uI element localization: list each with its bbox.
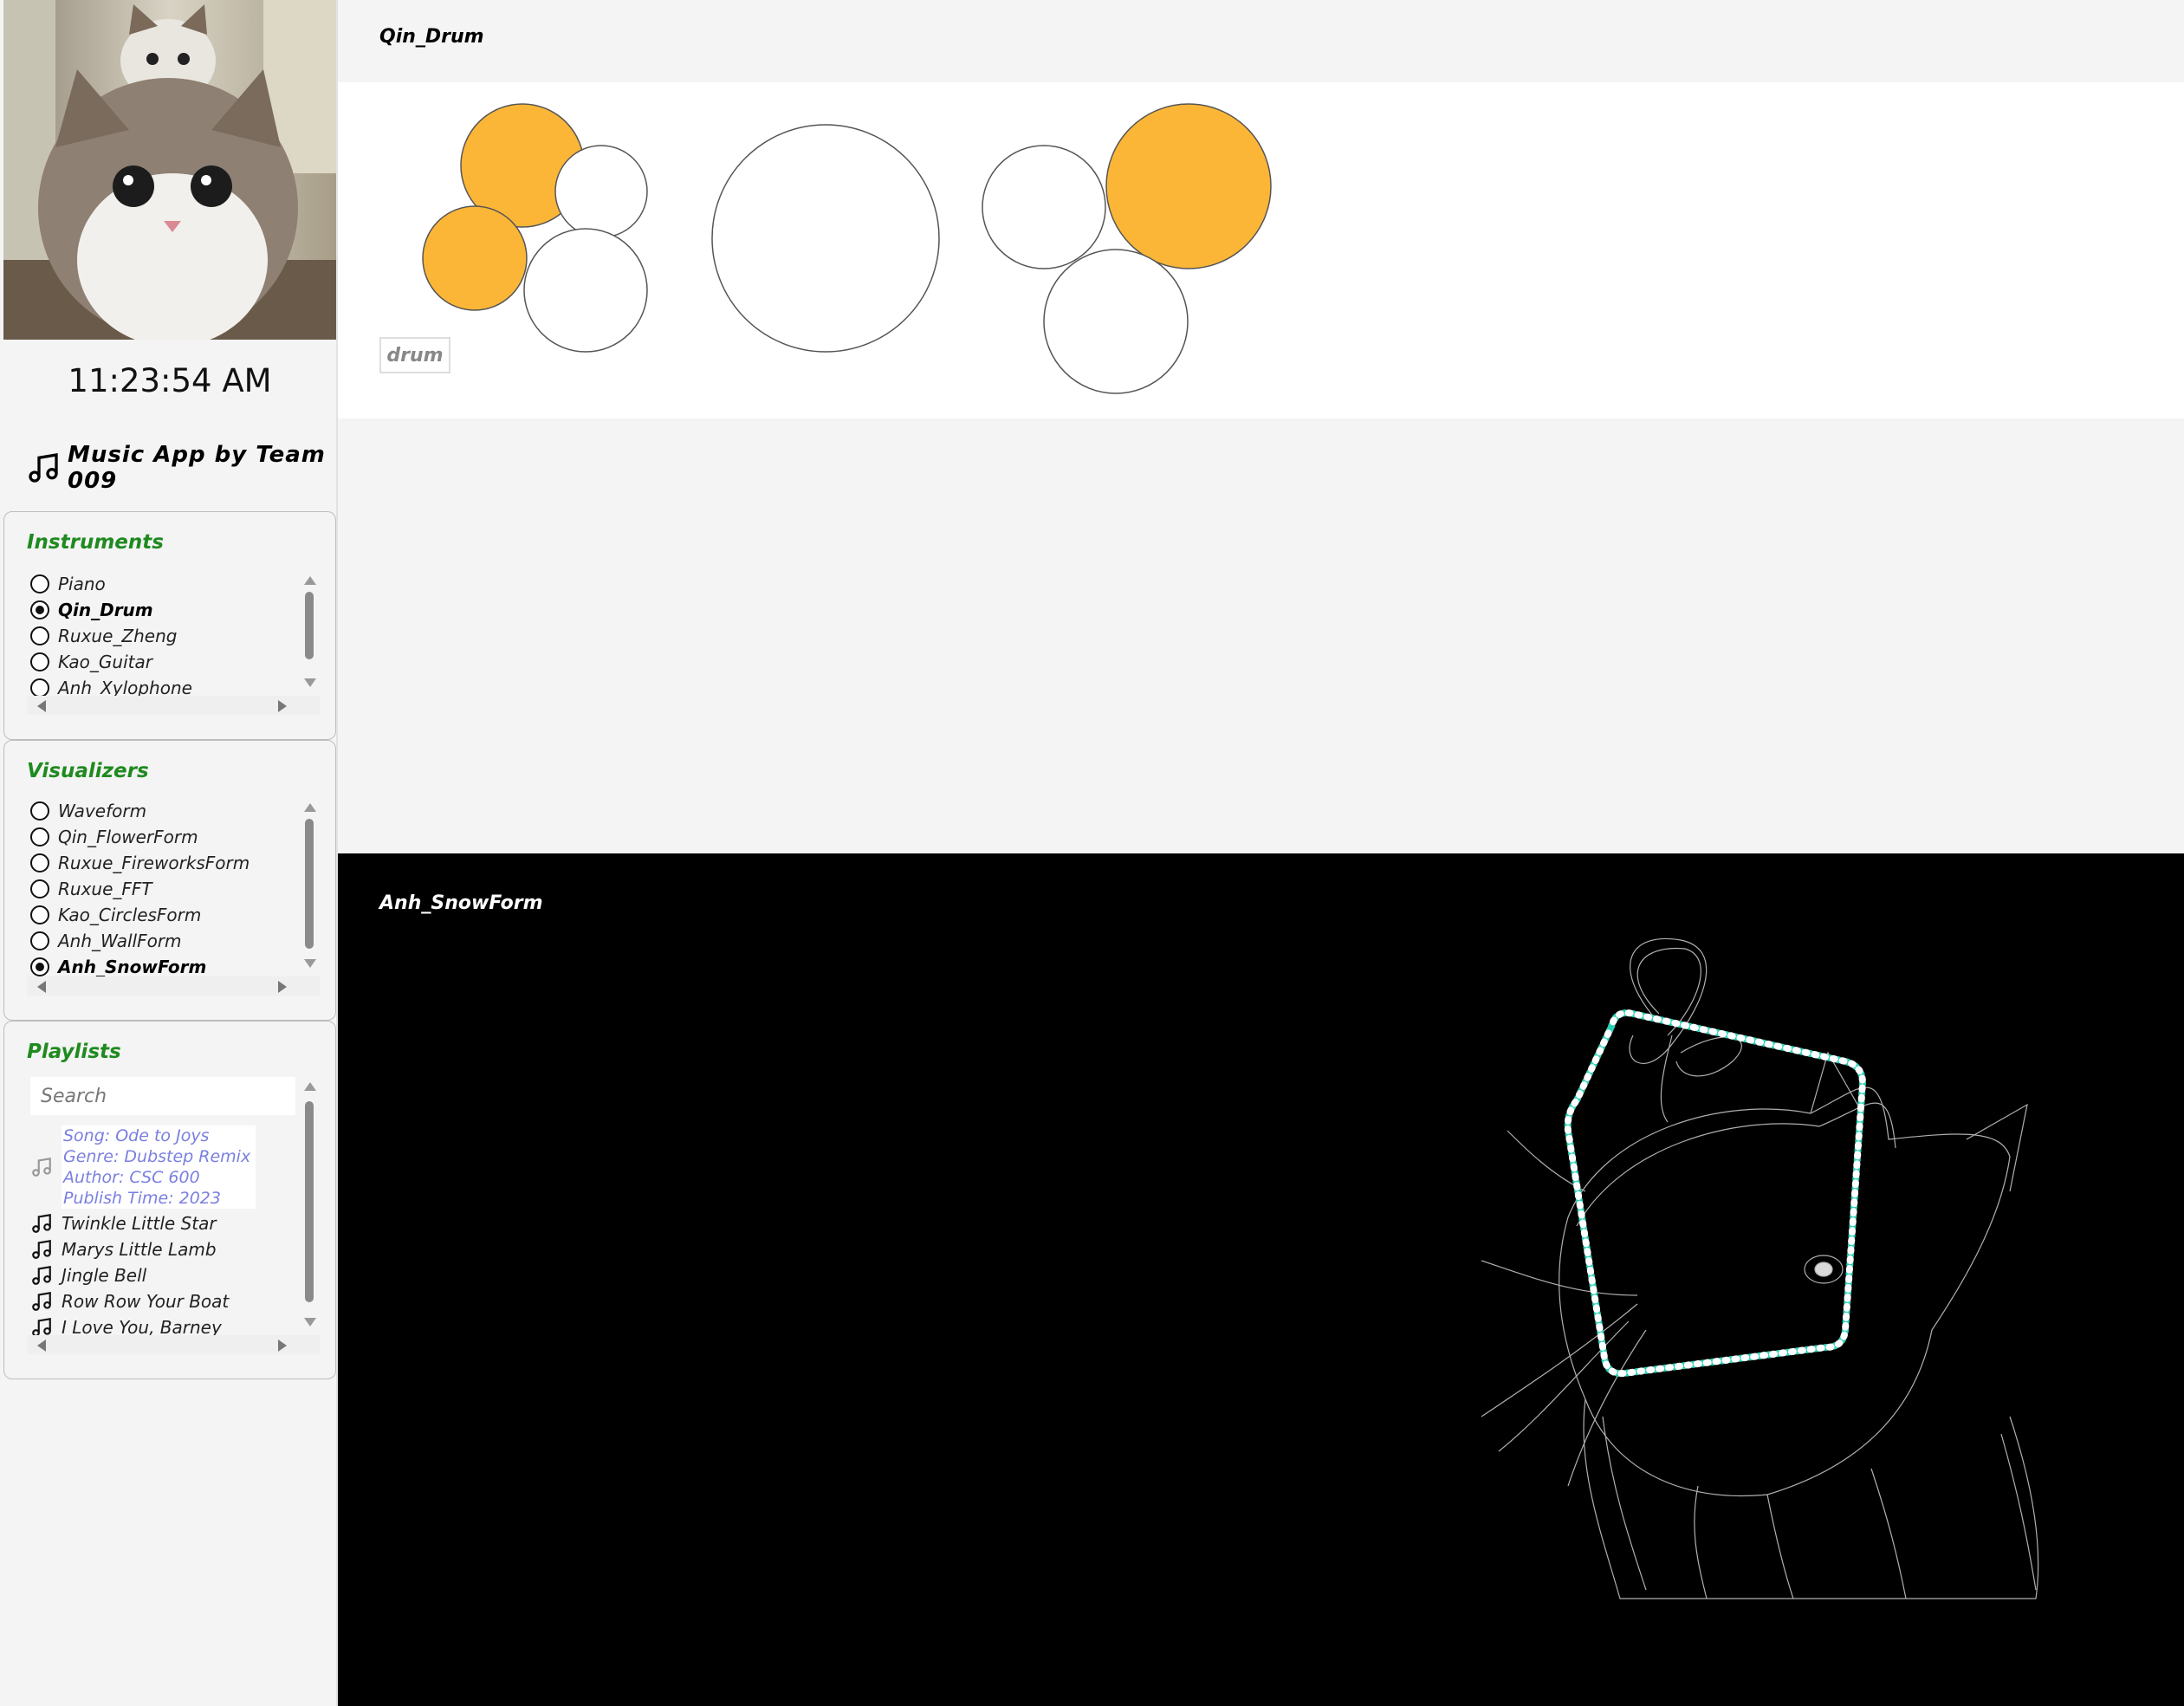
visualizer-option-anh-wallform[interactable]: Anh_WallForm	[30, 928, 182, 954]
drum-pad[interactable]	[711, 124, 940, 353]
search-input[interactable]	[30, 1077, 295, 1115]
instruments-list[interactable]: Piano Qin_Drum Ruxue_Zheng Kao_Guitar An…	[27, 571, 320, 715]
radio-button[interactable]	[30, 600, 49, 619]
drum-pad[interactable]	[554, 145, 648, 238]
scroll-left-arrow-icon[interactable]	[37, 1340, 46, 1352]
clock: 11:23:54 AM	[68, 362, 272, 399]
drum-pads	[422, 103, 1272, 394]
drum-pad[interactable]	[422, 205, 528, 311]
music-note-icon	[29, 453, 58, 483]
cat-photo	[3, 0, 336, 340]
playlist-song-jingle-bell[interactable]: Jingle Bell	[30, 1262, 146, 1288]
visualizers-list[interactable]: Waveform Qin_FlowerForm Ruxue_FireworksF…	[27, 798, 320, 996]
radio-button[interactable]	[30, 626, 49, 645]
cat-sketch-image	[1481, 938, 2039, 1599]
visualizer-option-ruxue-fft[interactable]: Ruxue_FFT	[30, 876, 152, 902]
playlists-title: Playlists	[27, 1041, 121, 1063]
scroll-left-arrow-icon[interactable]	[37, 700, 46, 712]
instruments-title: Instruments	[27, 531, 164, 554]
visualizer-option-qin-flowerform[interactable]: Qin_FlowerForm	[30, 824, 198, 850]
playlist-song-marys-little-lamb[interactable]: Marys Little Lamb	[30, 1236, 217, 1262]
instrument-option-qin-drum[interactable]: Qin_Drum	[30, 597, 153, 623]
app-title: Music App by Team 009	[26, 442, 336, 494]
instrument-option-piano[interactable]: Piano	[30, 571, 106, 597]
music-note-icon	[32, 1265, 51, 1285]
horizontal-scrollbar[interactable]	[27, 976, 320, 996]
radio-button[interactable]	[30, 574, 49, 594]
drum-instrument: drum	[338, 82, 2184, 418]
radio-button[interactable]	[30, 931, 49, 950]
scroll-right-arrow-icon[interactable]	[278, 981, 287, 993]
music-note-icon	[32, 1291, 51, 1311]
vertical-scrollbar[interactable]	[301, 798, 320, 976]
music-note-icon	[32, 1213, 51, 1233]
song-info: Song: Ode to Joys Genre: Dubstep Remix A…	[62, 1125, 256, 1209]
playlists-list[interactable]: Song: Ode to Joys Genre: Dubstep Remix A…	[27, 1077, 320, 1354]
horizontal-scrollbar[interactable]	[27, 1335, 320, 1354]
drum-label: drum	[379, 337, 450, 373]
scroll-up-arrow-icon[interactable]	[304, 803, 316, 812]
radio-button[interactable]	[30, 905, 49, 924]
song-name: Song: Ode to Joys	[63, 1126, 210, 1145]
radio-button[interactable]	[30, 652, 49, 671]
drum-pad[interactable]	[982, 145, 1106, 269]
scroll-right-arrow-icon[interactable]	[278, 700, 287, 712]
vertical-scrollbar[interactable]	[301, 1077, 320, 1335]
horizontal-scrollbar[interactable]	[27, 696, 320, 715]
radio-button[interactable]	[30, 827, 49, 847]
radio-button[interactable]	[30, 801, 49, 821]
scroll-thumb[interactable]	[305, 1101, 314, 1302]
visualizer-title: Anh_SnowForm	[379, 892, 543, 914]
app-title-text: Music App by Team 009	[68, 442, 326, 494]
scroll-down-arrow-icon[interactable]	[304, 1318, 316, 1327]
playlist-song-twinkle-little-star[interactable]: Twinkle Little Star	[30, 1210, 217, 1236]
visualizers-panel: Visualizers Waveform Qin_FlowerForm Ruxu…	[3, 740, 336, 1021]
visualizer-option-ruxue-fireworksform[interactable]: Ruxue_FireworksForm	[30, 850, 250, 876]
radio-button[interactable]	[30, 678, 49, 697]
visualizer-canvas: Anh_SnowForm	[338, 853, 2184, 1706]
radio-button[interactable]	[30, 957, 49, 976]
scroll-thumb[interactable]	[305, 592, 314, 659]
instruments-panel: Instruments Piano Qin_Drum Ruxue_Zheng K…	[3, 511, 336, 740]
visualizer-option-waveform[interactable]: Waveform	[30, 798, 146, 824]
music-note-icon	[32, 1157, 51, 1177]
playlists-panel: Playlists Song: Ode to Joys Genre: Dubst…	[3, 1021, 336, 1379]
instrument-option-kao-guitar[interactable]: Kao_Guitar	[30, 649, 152, 675]
instrument-title: Qin_Drum	[379, 26, 484, 48]
song-genre: Genre: Dubstep Remix	[63, 1147, 251, 1166]
song-author: Author: CSC 600	[63, 1168, 200, 1187]
scroll-down-arrow-icon[interactable]	[304, 959, 316, 968]
drum-pad[interactable]	[1043, 249, 1189, 394]
playlist-song-row-row-your-boat[interactable]: Row Row Your Boat	[30, 1288, 229, 1314]
visualizers-title: Visualizers	[27, 760, 149, 782]
selected-song-detail[interactable]: Song: Ode to Joys Genre: Dubstep Remix A…	[30, 1125, 256, 1209]
drum-pad[interactable]	[523, 228, 648, 353]
music-note-icon	[32, 1239, 51, 1259]
instrument-header: Qin_Drum	[338, 0, 2184, 82]
instrument-option-ruxue-zheng[interactable]: Ruxue_Zheng	[30, 623, 177, 649]
drum-pad[interactable]	[1105, 103, 1272, 269]
radio-button[interactable]	[30, 853, 49, 872]
scroll-up-arrow-icon[interactable]	[304, 1082, 316, 1091]
visualizer-option-kao-circlesform[interactable]: Kao_CirclesForm	[30, 902, 201, 928]
scroll-down-arrow-icon[interactable]	[304, 678, 316, 687]
radio-button[interactable]	[30, 879, 49, 898]
song-publish-time: Publish Time: 2023	[63, 1189, 221, 1208]
vertical-scrollbar[interactable]	[301, 571, 320, 696]
scroll-left-arrow-icon[interactable]	[37, 981, 46, 993]
scroll-up-arrow-icon[interactable]	[304, 576, 316, 585]
sidebar: 11:23:54 AM Music App by Team 009 Instru…	[0, 0, 336, 1706]
scroll-thumb[interactable]	[305, 819, 314, 949]
scroll-right-arrow-icon[interactable]	[278, 1340, 287, 1352]
